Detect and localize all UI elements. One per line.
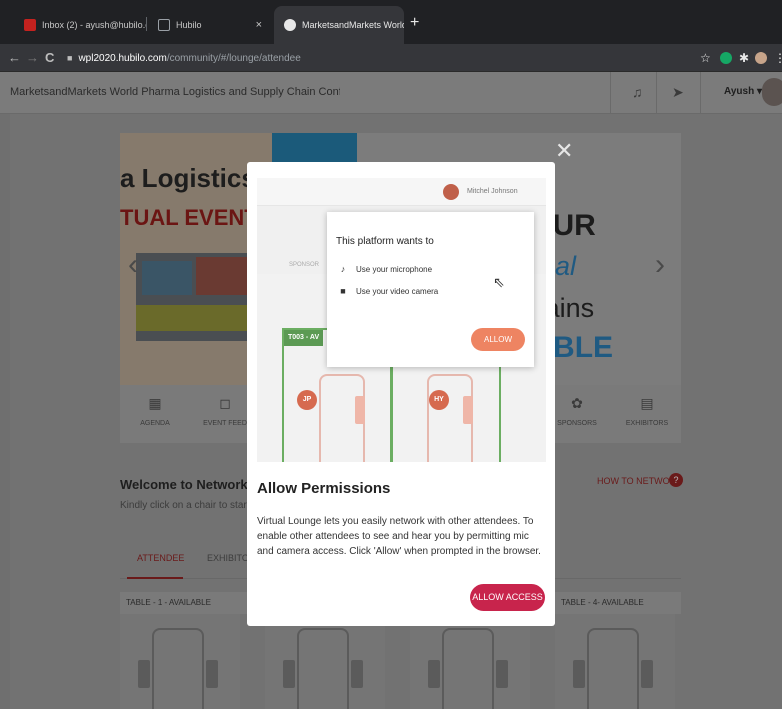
grammarly-icon[interactable] [720, 52, 732, 64]
star-icon[interactable]: ☆ [700, 50, 711, 66]
chevron-right-icon[interactable]: › [655, 248, 665, 282]
avatar[interactable] [762, 78, 782, 106]
banner-text: TUAL EVENT [120, 205, 258, 230]
bell-icon[interactable]: ♫ [632, 84, 643, 100]
permission-illustration: Mitchel Johnson SPONSOR T003 - AV JP HY … [257, 178, 546, 462]
tab-attendee[interactable]: ATTENDEE [137, 553, 184, 563]
tab-marketsandmarkets[interactable]: MarketsandMarkets World Pha × [274, 6, 404, 44]
lock-icon: ■ [67, 53, 73, 63]
table-header: TABLE - 4- AVAILABLE [555, 592, 681, 614]
tab-hubilo[interactable]: Hubilo × [148, 6, 272, 44]
illustration-allow-button: ALLOW [471, 328, 525, 351]
page-subtitle: Kindly click on a chair to start a [120, 500, 258, 511]
tab-label: MarketsandMarkets World Pha [302, 20, 404, 30]
reload-icon[interactable]: C [45, 50, 54, 66]
app-header: MarketsandMarkets World Pharma Logistics… [0, 72, 782, 114]
banner-text: a Logistics [120, 163, 256, 193]
permissions-modal: Mitchel Johnson SPONSOR T003 - AV JP HY … [247, 162, 555, 626]
quick-link-agenda[interactable]: ▦ AGENDA [120, 395, 190, 427]
url-path: /community/#/lounge/attendee [166, 52, 301, 64]
booth-icon: ▤ [640, 395, 654, 411]
browser-toolbar: ← → C ■ wpl2020.hubilo.com /community/#/… [0, 44, 782, 72]
attendee-badge: JP [297, 390, 317, 410]
cursor-icon: ⇖ [493, 274, 505, 290]
video-camera-icon: ■ [340, 286, 346, 296]
gmail-icon [24, 19, 36, 31]
microphone-icon: ♪ [340, 264, 346, 274]
user-menu[interactable]: Ayush ▾ [724, 86, 762, 97]
modal-body: Virtual Lounge lets you easily network w… [257, 516, 541, 557]
screen: Inbox (2) - ayush@hubilo.com × Hubilo × … [0, 0, 782, 709]
address-bar[interactable]: ■ wpl2020.hubilo.com /community/#/lounge… [67, 48, 695, 68]
avatar [443, 184, 459, 200]
menu-icon[interactable]: ⋮ [774, 50, 782, 66]
new-tab-button[interactable]: + [410, 15, 419, 31]
close-icon[interactable]: × [256, 19, 262, 31]
table-seat[interactable] [265, 614, 385, 709]
tab-inbox[interactable]: Inbox (2) - ayush@hubilo.com × [14, 6, 146, 44]
send-icon[interactable]: ➤ [672, 84, 684, 101]
tab-label: Hubilo [176, 20, 202, 30]
url-host: wpl2020.hubilo.com [78, 52, 167, 64]
active-tab-indicator [127, 577, 183, 579]
quick-link-exhibitors[interactable]: ▤ EXHIBITORS [612, 395, 682, 427]
hubilo-icon [158, 19, 170, 31]
event-title: MarketsandMarkets World Pharma Logistics… [10, 86, 340, 98]
back-icon[interactable]: ← [8, 50, 21, 66]
table-seat[interactable] [410, 614, 530, 709]
allow-access-button[interactable]: ALLOW ACCESS [470, 584, 545, 611]
page-title: Welcome to Networking [120, 477, 268, 492]
calendar-icon: ▦ [148, 395, 162, 411]
globe-icon [284, 19, 296, 31]
table-seat[interactable] [120, 614, 240, 709]
help-icon[interactable]: ? [669, 473, 683, 487]
close-icon[interactable]: ✕ [555, 140, 573, 162]
profile-icon[interactable] [755, 52, 767, 64]
forward-icon[interactable]: → [26, 50, 39, 66]
browser-tab-bar: Inbox (2) - ayush@hubilo.com × Hubilo × … [0, 0, 782, 44]
train-image [136, 253, 258, 341]
modal-title: Allow Permissions [257, 480, 391, 497]
attendee-badge: HY [429, 390, 449, 410]
table-header: TABLE - 1 - AVAILABLE [120, 592, 247, 614]
tab-label: Inbox (2) - ayush@hubilo.com [42, 20, 146, 30]
table-seat[interactable] [555, 614, 675, 709]
chevron-left-icon[interactable]: ‹ [128, 248, 138, 282]
extensions-icon[interactable]: ✱ [739, 50, 749, 66]
